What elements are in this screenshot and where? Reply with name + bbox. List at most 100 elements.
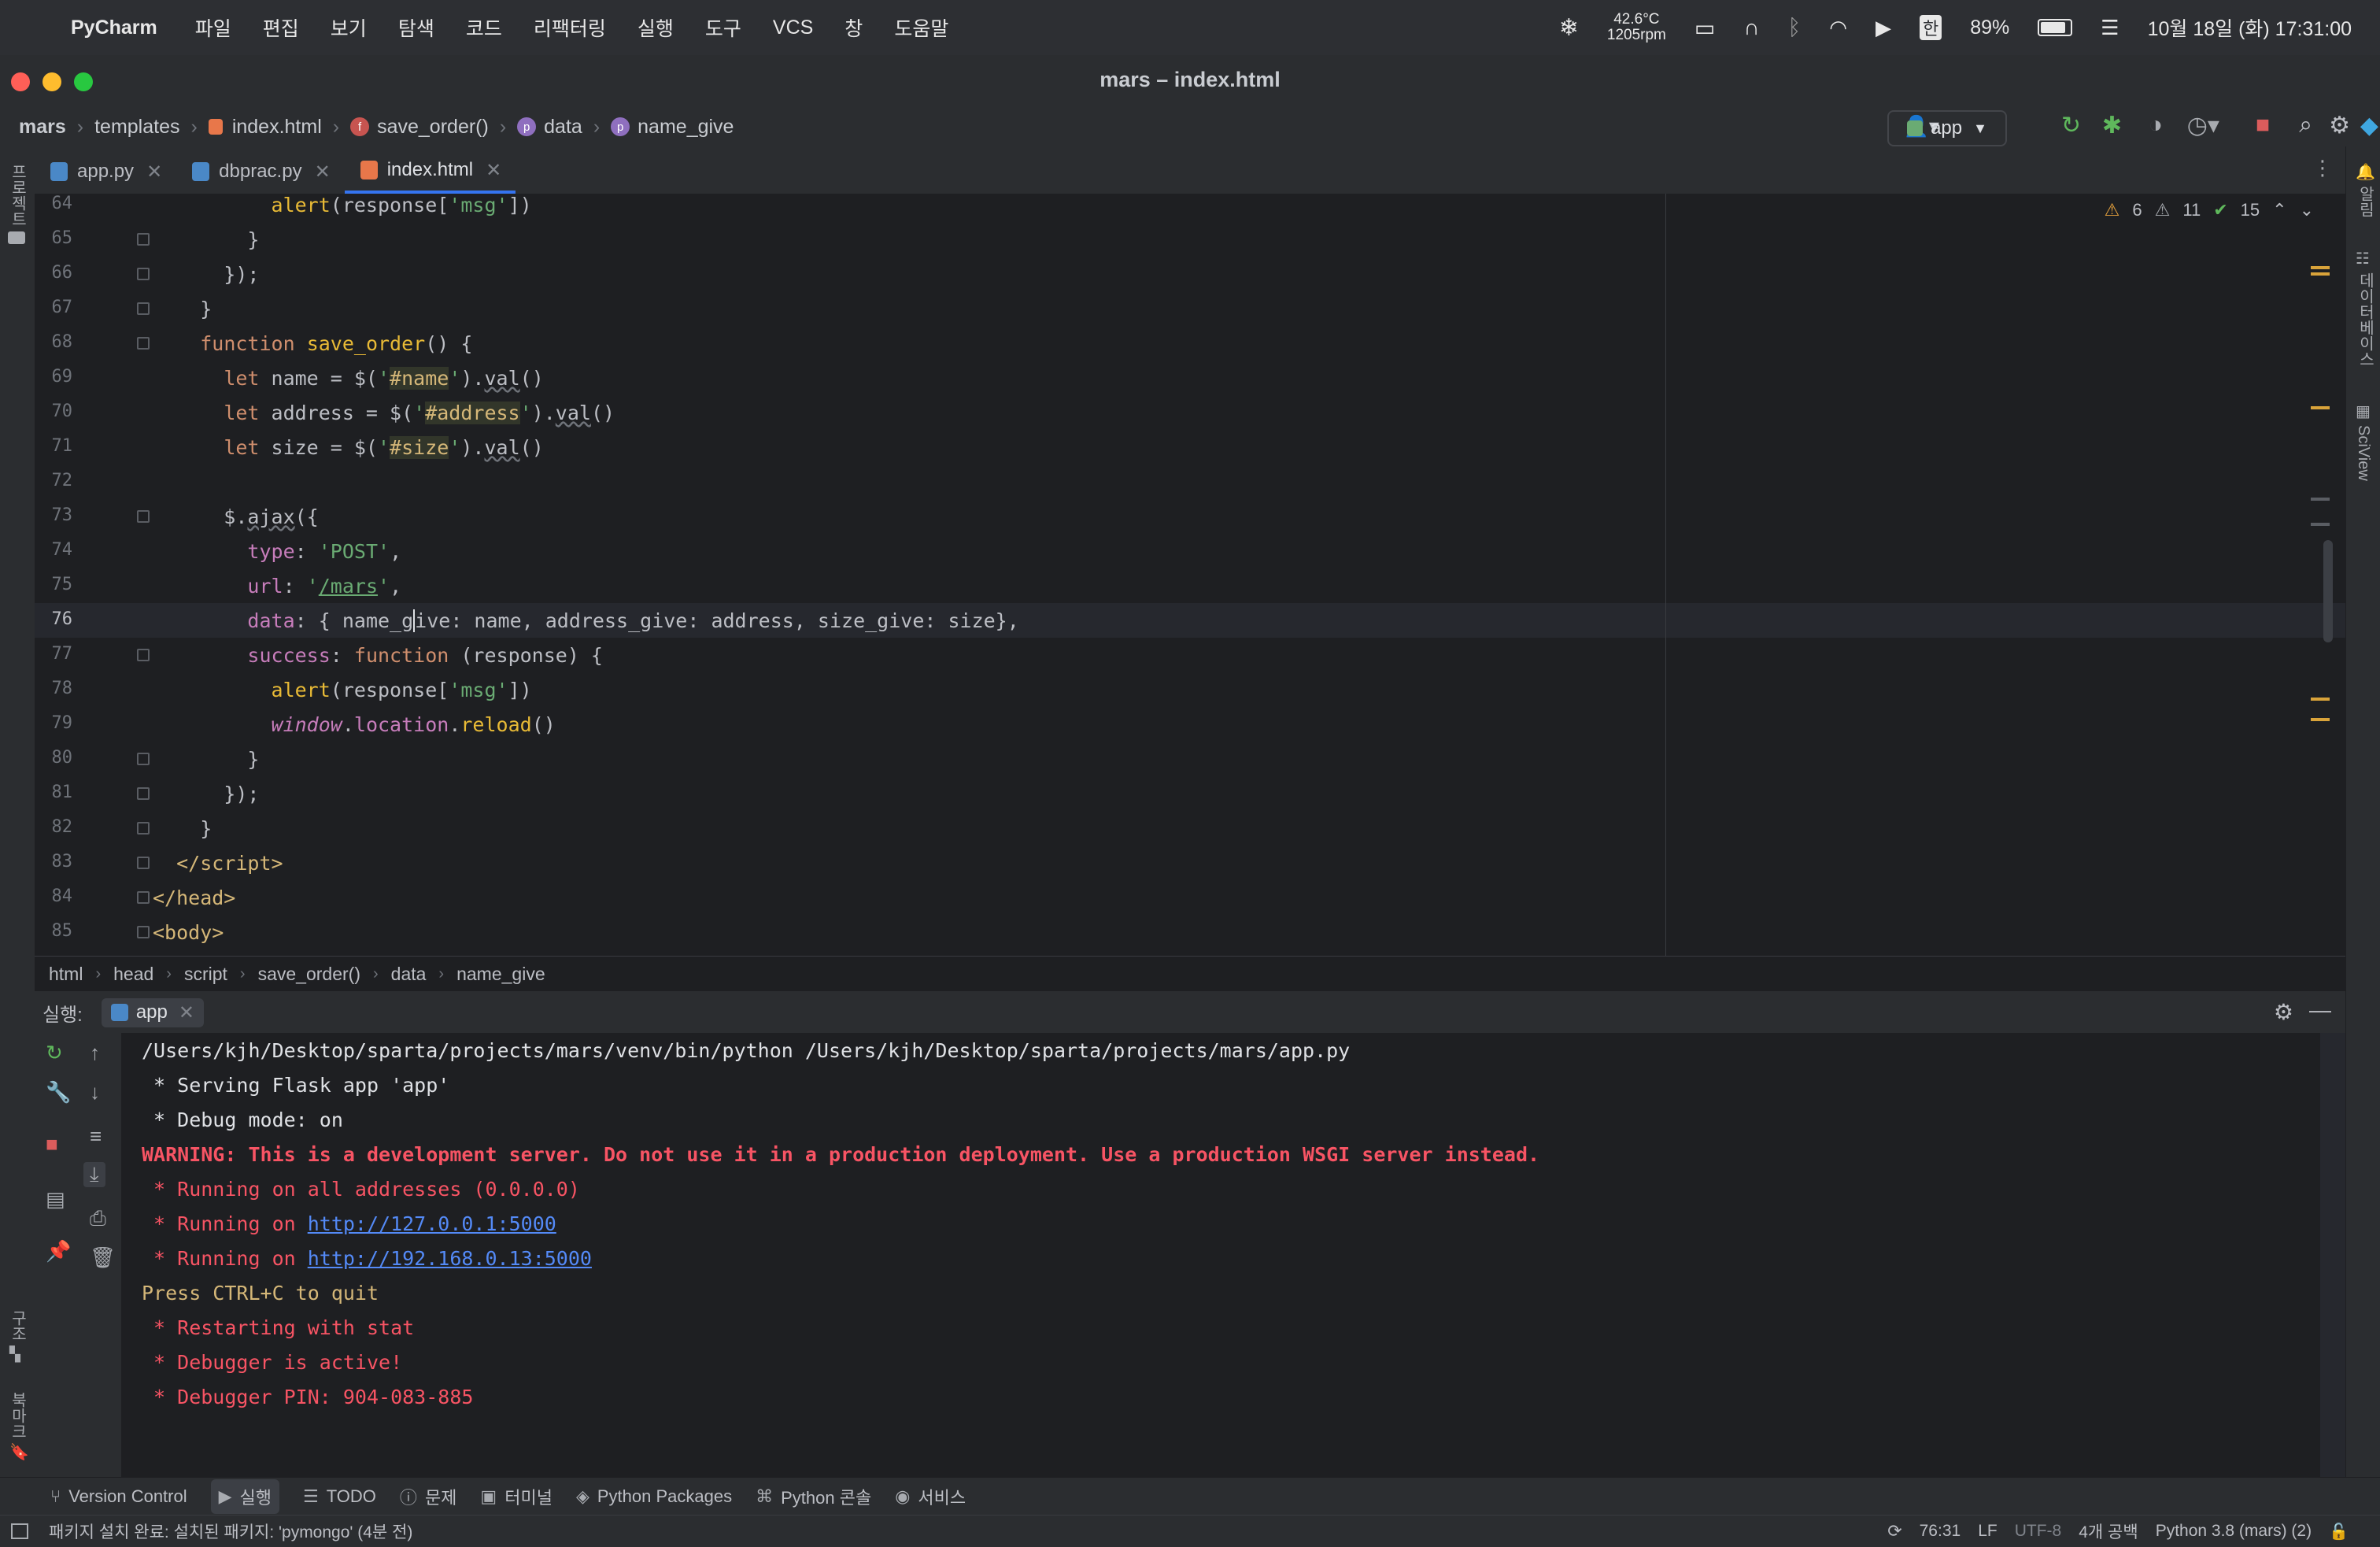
fold-marker-icon[interactable] xyxy=(137,302,150,315)
problems-button[interactable]: ⓘ 문제 xyxy=(400,1484,457,1509)
settings-gear-icon[interactable]: ⚙ xyxy=(2274,999,2293,1025)
nav-crumb-file[interactable]: index.html xyxy=(232,116,322,139)
interpreter-selector[interactable]: Python 3.8 (mars) (2) xyxy=(2156,1522,2312,1541)
close-icon[interactable]: ✕ xyxy=(486,159,501,182)
file-encoding[interactable]: UTF-8 xyxy=(2015,1522,2062,1541)
editor-scrollbar[interactable] xyxy=(2323,540,2333,642)
sciview-icon[interactable]: ▦ xyxy=(2356,402,2371,421)
indent-setting[interactable]: 4개 공백 xyxy=(2079,1519,2138,1543)
play-icon[interactable]: ▶ xyxy=(1876,16,1891,40)
database-tool-button[interactable]: 데이터베이스 xyxy=(2354,272,2377,367)
run-config-select[interactable]: app ▼ xyxy=(1887,110,2007,146)
search-icon[interactable]: ⌕ xyxy=(2299,112,2312,139)
clock[interactable]: 10월 18일 (화) 17:31:00 xyxy=(2148,13,2352,42)
sync-icon[interactable]: ⟳ xyxy=(1887,1521,1901,1541)
tab-index-html[interactable]: index.html ✕ xyxy=(344,150,516,194)
lock-icon[interactable]: 🔓 xyxy=(2329,1522,2349,1541)
rerun-icon[interactable]: ↻ xyxy=(46,1041,63,1065)
stop-icon[interactable]: ■ xyxy=(46,1132,58,1157)
minimize-panel-icon[interactable]: — xyxy=(2309,997,2331,1023)
profile-icon[interactable]: ◷▾ xyxy=(2187,112,2219,139)
ebc-property[interactable]: name_give xyxy=(456,964,545,985)
soft-wrap-icon[interactable]: ≡ xyxy=(90,1124,102,1149)
console-link[interactable]: http://192.168.0.13:5000 xyxy=(308,1247,592,1270)
menu-view[interactable]: 보기 xyxy=(331,13,367,42)
toggle-tool-windows-icon[interactable] xyxy=(11,1523,28,1539)
structure-icon[interactable]: ▚ xyxy=(9,1346,20,1363)
nav-crumb-function[interactable]: save_order() xyxy=(377,116,489,139)
menu-file[interactable]: 파일 xyxy=(195,13,231,42)
print-icon[interactable]: ⎙ xyxy=(90,1206,106,1231)
tab-dbprac-py[interactable]: dbprac.py ✕ xyxy=(176,150,345,194)
close-icon[interactable]: ✕ xyxy=(315,161,331,183)
menu-window[interactable]: 창 xyxy=(844,13,863,42)
sciview-tool-button[interactable]: SciView xyxy=(2354,425,2372,481)
menu-navigate[interactable]: 탐색 xyxy=(398,13,434,42)
run-tool-button[interactable]: ▶ 실행 xyxy=(210,1479,280,1514)
chevron-up-icon[interactable]: ⌃ xyxy=(2272,200,2286,220)
fold-marker-icon[interactable] xyxy=(137,510,150,523)
jetbrains-logo-icon[interactable]: ◆ xyxy=(2360,112,2378,139)
bookmark-icon[interactable]: 🔖 xyxy=(9,1442,29,1462)
fold-marker-icon[interactable] xyxy=(137,753,150,765)
error-stripe-mark[interactable] xyxy=(2311,698,2330,701)
status-message[interactable]: 패키지 설치 완료: 설치된 패키지: 'pymongo' (4분 전) xyxy=(49,1519,412,1543)
notifications-icon[interactable]: 🔔 xyxy=(2356,162,2375,182)
wifi-icon[interactable]: ◠ xyxy=(1829,16,1847,40)
structure-tool-button[interactable]: 구조 xyxy=(6,1310,29,1342)
menu-run[interactable]: 실행 xyxy=(638,13,674,42)
database-icon[interactable]: ☷ xyxy=(2356,249,2370,268)
ebc-head[interactable]: head xyxy=(113,964,153,985)
menu-vcs[interactable]: VCS xyxy=(773,17,813,39)
scroll-to-end-icon[interactable]: ⤓ xyxy=(83,1162,105,1187)
menu-refactor[interactable]: 리팩터링 xyxy=(534,13,606,42)
menu-app-name[interactable]: PyCharm xyxy=(71,17,157,39)
fold-marker-icon[interactable] xyxy=(137,268,150,280)
ebc-html[interactable]: html xyxy=(49,964,83,985)
error-stripe-mark[interactable] xyxy=(2311,523,2330,526)
chevron-down-icon[interactable]: ⌄ xyxy=(2300,200,2314,220)
headphones-icon[interactable]: ∩ xyxy=(1743,15,1759,40)
code-editor[interactable]: 64 65 66 67 68 69 70 71 72 73 74 75 76 7… xyxy=(35,194,2345,956)
bookmarks-tool-button[interactable]: 북마크 xyxy=(6,1392,29,1439)
rerun-icon[interactable]: ↻ xyxy=(2061,112,2081,139)
close-icon[interactable]: ✕ xyxy=(146,161,162,183)
fold-marker-icon[interactable] xyxy=(137,233,150,246)
debug-icon[interactable]: ✱ xyxy=(2102,112,2122,139)
error-stripe-mark[interactable] xyxy=(2311,272,2330,276)
error-stripe-mark[interactable] xyxy=(2311,266,2330,269)
console-link[interactable]: http://127.0.0.1:5000 xyxy=(308,1212,556,1235)
caret-position[interactable]: 76:31 xyxy=(1920,1522,1961,1541)
bluetooth-icon[interactable]: ᛒ xyxy=(1787,15,1801,40)
error-stripe-mark[interactable] xyxy=(2311,406,2330,409)
ebc-function[interactable]: save_order() xyxy=(258,964,360,985)
error-stripe-mark[interactable] xyxy=(2311,718,2330,721)
more-tabs-icon[interactable]: ⋮ xyxy=(2312,156,2333,180)
layout-icon[interactable]: ▤ xyxy=(46,1187,65,1212)
fan-icon[interactable]: ❄ xyxy=(1559,14,1579,42)
nav-crumb-data[interactable]: data xyxy=(544,116,582,139)
run-tab-app[interactable]: app ✕ xyxy=(101,997,204,1027)
project-tool-button[interactable]: 프로젝트 xyxy=(6,164,29,227)
fold-marker-icon[interactable] xyxy=(137,649,150,661)
menu-tools[interactable]: 도구 xyxy=(705,13,741,42)
battery-percent[interactable]: 89% xyxy=(1970,17,2009,39)
control-center-icon[interactable]: ☰ xyxy=(2101,16,2119,40)
coverage-icon[interactable]: ◑ xyxy=(2149,112,2163,139)
arrow-up-icon[interactable]: ↑ xyxy=(90,1041,100,1065)
error-stripe-mark[interactable] xyxy=(2311,498,2330,501)
fold-marker-icon[interactable] xyxy=(137,857,150,869)
arrow-down-icon[interactable]: ↓ xyxy=(90,1080,100,1105)
trash-icon[interactable]: 🗑 xyxy=(90,1245,116,1270)
nav-crumb-folder[interactable]: templates xyxy=(94,116,179,139)
folder-icon[interactable] xyxy=(8,231,25,244)
version-control-button[interactable]: ⑂ Version Control xyxy=(50,1486,187,1507)
menu-edit[interactable]: 편집 xyxy=(263,13,299,42)
python-packages-button[interactable]: ◈ Python Packages xyxy=(576,1486,732,1507)
fold-marker-icon[interactable] xyxy=(137,926,150,938)
input-source-icon[interactable]: 한 xyxy=(1919,15,1942,40)
fold-marker-icon[interactable] xyxy=(137,337,150,350)
nav-crumb-property[interactable]: name_give xyxy=(638,116,734,139)
nav-crumb-project[interactable]: mars xyxy=(19,116,66,139)
python-console-button[interactable]: ⌘ Python 콘솔 xyxy=(756,1484,871,1509)
